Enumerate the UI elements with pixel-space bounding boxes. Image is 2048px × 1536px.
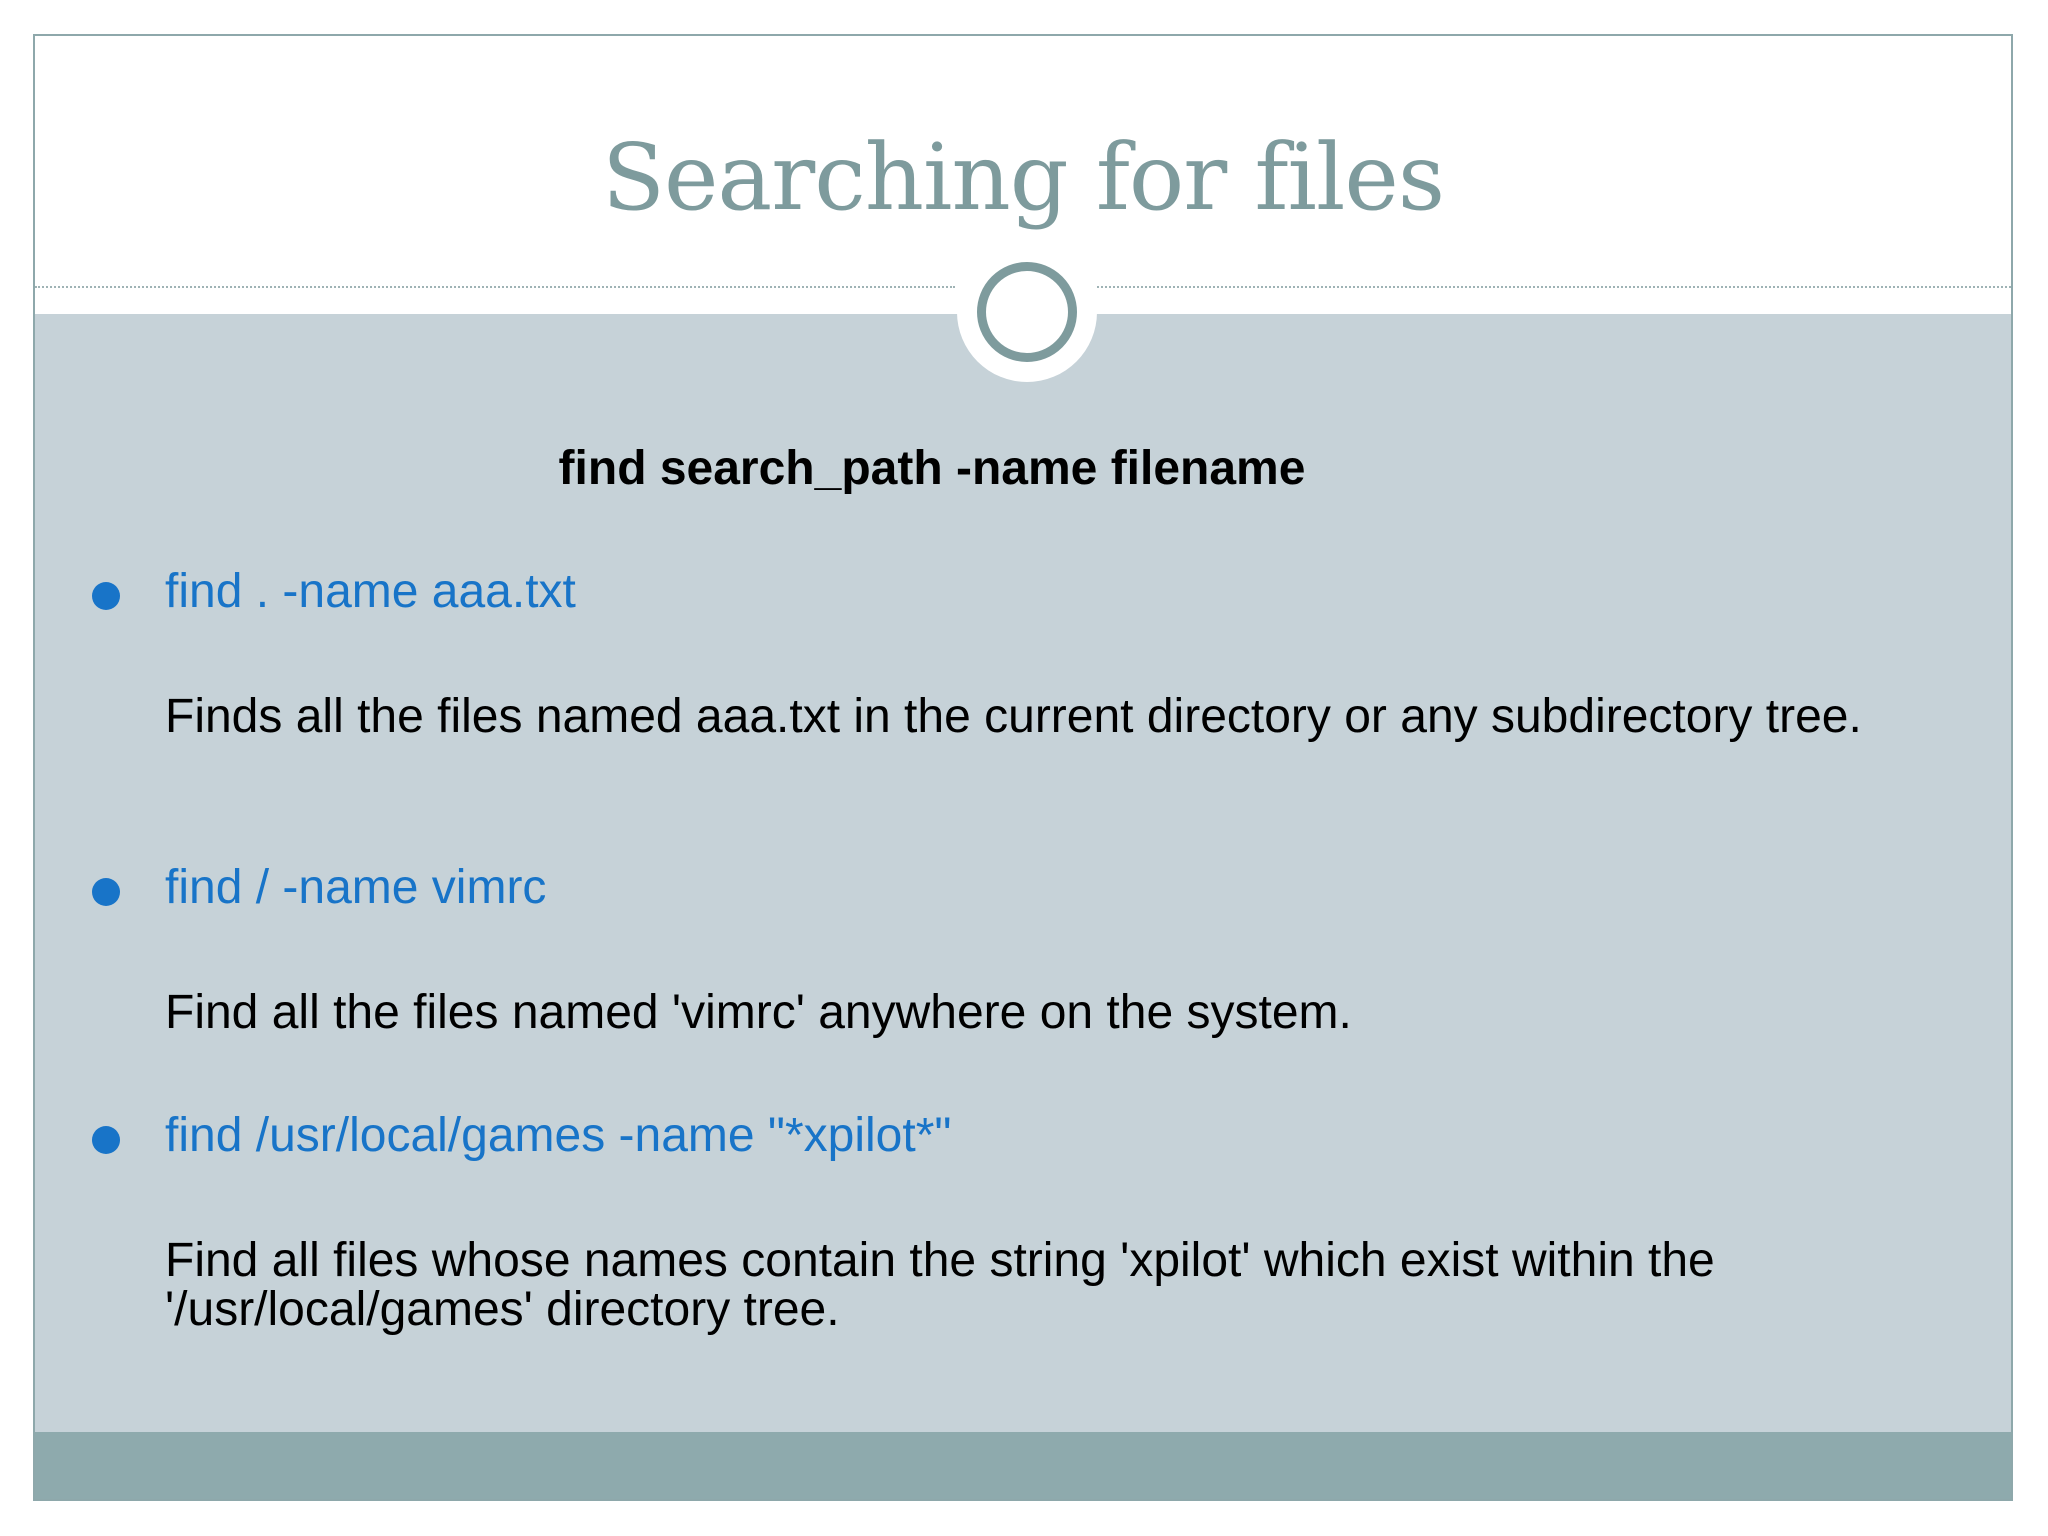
command-1: find . -name aaa.txt <box>165 565 576 618</box>
slide: Searching for files find search_path -na… <box>33 34 2013 1501</box>
command-2: find / -name vimrc <box>165 861 547 914</box>
bullet-icon <box>92 1126 120 1154</box>
circle-ornament-icon <box>977 262 1077 362</box>
description-1: Finds all the files named aaa.txt in the… <box>165 690 1862 743</box>
description-2: Find all the files named 'vimrc' anywher… <box>165 986 1352 1039</box>
footer-band <box>35 1432 2011 1499</box>
content-area: find search_path -name filename find . -… <box>35 314 2011 1464</box>
bullet-icon <box>92 582 120 610</box>
description-3: Find all files whose names contain the s… <box>165 1234 1715 1336</box>
title-divider-left <box>35 286 955 288</box>
command-3: find /usr/local/games -name "*xpilot*" <box>165 1109 952 1162</box>
syntax-line: find search_path -name filename <box>558 442 1306 495</box>
slide-title: Searching for files <box>601 124 1445 231</box>
bullet-icon <box>92 878 120 906</box>
title-divider-right <box>1097 286 2011 288</box>
